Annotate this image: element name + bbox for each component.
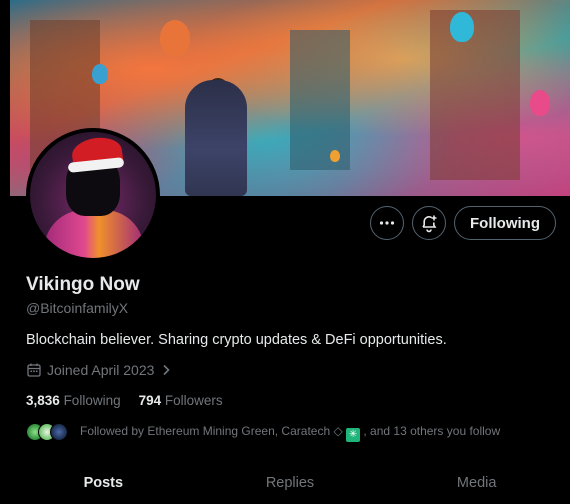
banner-building [430, 10, 520, 180]
tab-media[interactable]: Media [383, 462, 570, 504]
followed-by-text: Followed by Ethereum Mining Green, Carat… [80, 422, 500, 442]
left-gutter [0, 0, 10, 504]
followed-by-prefix: Followed by Ethereum Mining Green, Carat… [80, 424, 331, 438]
followed-by[interactable]: Followed by Ethereum Mining Green, Carat… [26, 422, 556, 442]
avatar-jacket [44, 210, 144, 258]
following-count: 3,836 [26, 393, 60, 408]
following-button[interactable]: Following [454, 206, 556, 240]
bell-plus-icon [422, 215, 437, 233]
sparkle-badge-icon: ✳ [346, 428, 361, 442]
banner-balloon [330, 150, 340, 162]
more-button[interactable] [370, 206, 405, 240]
ellipsis-icon [379, 221, 395, 225]
calendar-icon [27, 363, 41, 377]
profile-info: Vikingo Now @BitcoinfamilyX Blockchain b… [26, 273, 556, 442]
followers-stat[interactable]: 794 Followers [139, 391, 223, 411]
following-label: Following [63, 393, 121, 408]
follow-stats: 3,836 Following 794 Followers [26, 391, 556, 411]
tab-replies[interactable]: Replies [197, 462, 384, 504]
banner-balloon [160, 20, 190, 56]
tab-posts[interactable]: Posts [10, 462, 197, 504]
mutual-avatar [50, 423, 68, 441]
user-handle: @BitcoinfamilyX [26, 300, 129, 316]
display-name: Vikingo Now [26, 274, 140, 295]
joined-date[interactable]: Joined April 2023 [26, 360, 556, 380]
chevron-right-icon [163, 364, 171, 376]
following-stat[interactable]: 3,836 Following [26, 391, 121, 411]
notify-button[interactable] [412, 206, 447, 240]
banner-building [290, 30, 350, 170]
followers-count: 794 [138, 393, 162, 408]
profile-avatar[interactable] [26, 128, 160, 262]
banner-balloon [450, 12, 474, 42]
joined-label: Joined April 2023 [47, 362, 155, 378]
banner-person [185, 80, 247, 196]
profile-bio: Blockchain believer. Sharing crypto upda… [26, 332, 447, 348]
profile-tabs: Posts Replies Media [10, 462, 570, 504]
followed-by-suffix: , and 13 others you follow [363, 424, 501, 438]
followers-label: Followers [164, 393, 223, 408]
profile-actions: Following [370, 206, 556, 240]
banner-balloon [92, 64, 108, 84]
diamond-icon: ◇ [333, 424, 347, 438]
banner-balloon [530, 90, 550, 116]
mutual-avatars [26, 423, 68, 441]
